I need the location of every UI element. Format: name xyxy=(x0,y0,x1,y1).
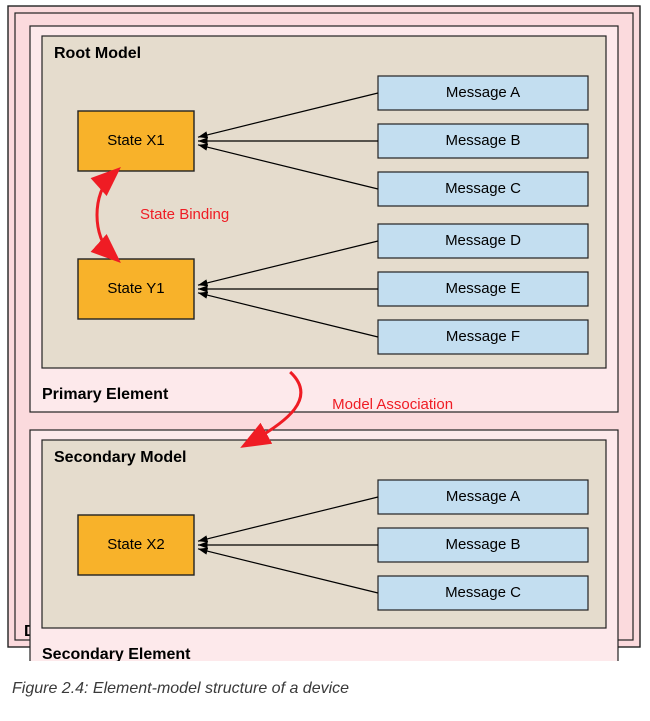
state-label: State X1 xyxy=(107,132,165,149)
message-label: Message F xyxy=(446,328,520,345)
element-label: Secondary Element xyxy=(42,646,191,661)
message-label: Message A xyxy=(446,84,520,101)
message-label: Message B xyxy=(445,132,520,149)
element-label: Primary Element xyxy=(42,386,169,403)
message-label: Message B xyxy=(445,536,520,553)
state-label: State Y1 xyxy=(107,280,164,297)
state-label: State X2 xyxy=(107,536,165,553)
message-label: Message D xyxy=(445,232,521,249)
model-label: Root Model xyxy=(54,45,141,62)
message-label: Message E xyxy=(445,280,520,297)
message-label: Message C xyxy=(445,180,521,197)
model-association-label: Model Association xyxy=(332,396,453,413)
model-label: Secondary Model xyxy=(54,449,186,466)
state-binding-label: State Binding xyxy=(140,206,229,223)
device-diagram: Device APrimary ElementRoot ModelMessage… xyxy=(6,4,642,661)
figure-caption: Figure 2.4: Element-model structure of a… xyxy=(12,680,642,698)
message-label: Message A xyxy=(446,488,520,505)
message-label: Message C xyxy=(445,584,521,601)
